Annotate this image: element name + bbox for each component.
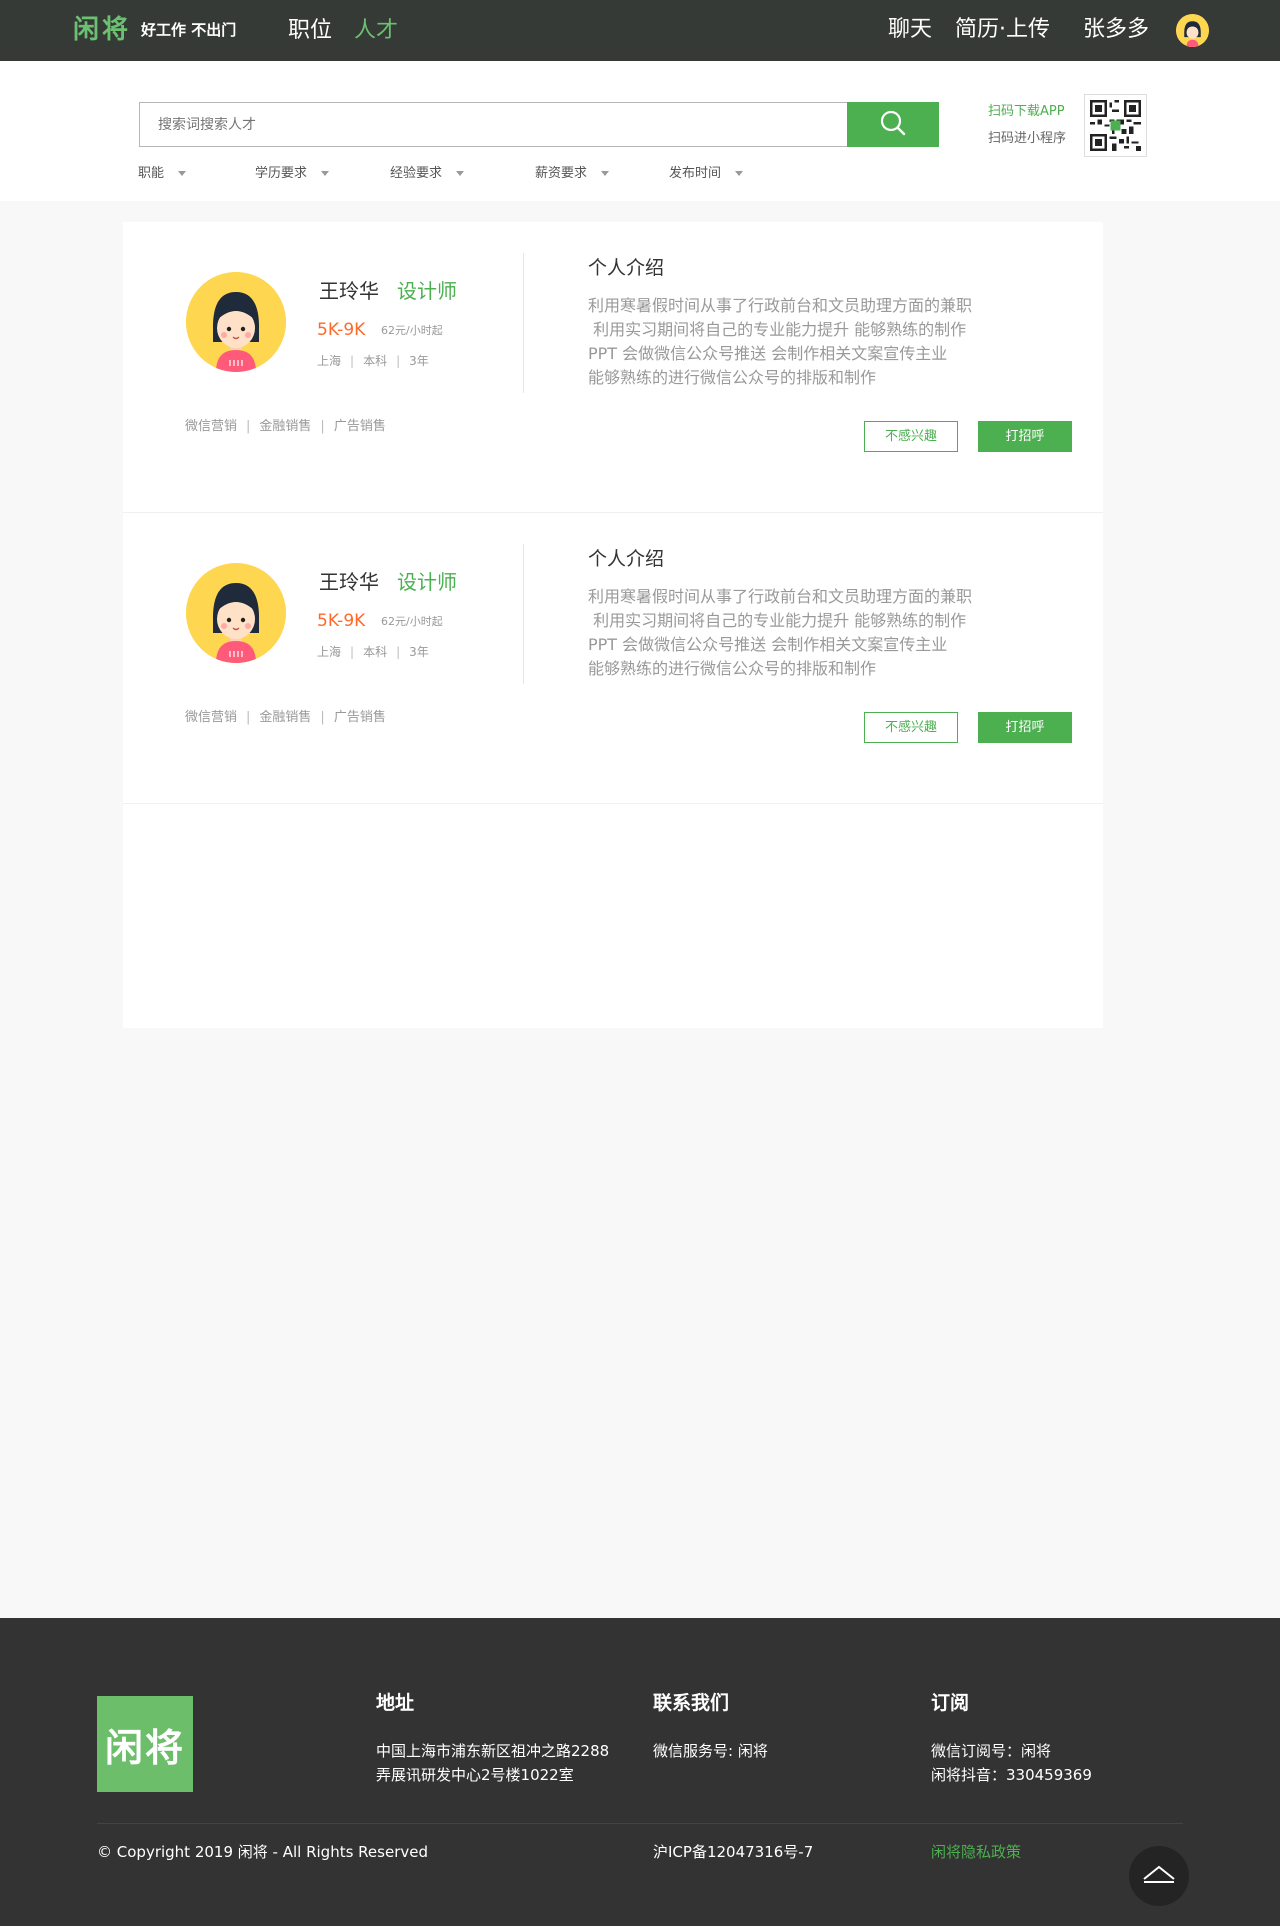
footer-contact-title: 联系我们: [653, 1692, 730, 1714]
top-nav-bar: 闲将 好工作 不出门 职位 人才 聊天 简历·上传 张多多: [0, 0, 1280, 61]
tag: 微信营销: [185, 419, 238, 434]
tag: 金融销售: [259, 710, 312, 725]
candidate-name[interactable]: 王玲华: [319, 569, 379, 595]
nav-resume-upload[interactable]: 简历·上传: [955, 16, 1050, 44]
search-box[interactable]: [139, 102, 849, 147]
candidate-list: 王玲华 设计师 5K-9K 62元/小时起 上海 | 本科 | 3年 个人介绍 利用寒暑…: [123, 222, 1103, 1028]
candidate-rate: 62元/小时起: [381, 615, 443, 628]
nav-jobs[interactable]: 职位: [288, 17, 332, 45]
greet-button[interactable]: 打招呼: [978, 421, 1072, 452]
footer-address-line: 弄展讯研发中心2号楼1022室: [376, 1766, 574, 1784]
tag: 广告销售: [333, 710, 386, 725]
candidate-meta: 上海 | 本科 | 3年: [317, 645, 429, 659]
footer: 闲将 地址 中国上海市浦东新区祖冲之路2288 弄展讯研发中心2号楼1022室 …: [0, 1618, 1280, 1926]
user-avatar-icon[interactable]: [1176, 14, 1209, 47]
intro-text: 利用寒暑假时间从事了行政前台和文员助理方面的兼职 利用实习期间将自己的专业能力提…: [588, 296, 973, 387]
caret-down-icon: [735, 171, 744, 176]
candidate-role: 设计师: [397, 279, 457, 303]
candidate-meta: 上海 | 本科 | 3年: [317, 354, 429, 368]
filter-education[interactable]: 学历要求: [255, 163, 330, 185]
intro-title: 个人介绍: [588, 548, 665, 570]
candidate-rate: 62元/小时起: [381, 324, 443, 337]
not-interested-button[interactable]: 不感兴趣: [864, 712, 958, 743]
candidate-education: 本科: [363, 645, 388, 659]
footer-privacy-link[interactable]: 闲将隐私政策: [931, 1842, 1021, 1862]
search-icon: [879, 109, 907, 141]
footer-icp[interactable]: 沪ICP备12047316号-7: [653, 1842, 813, 1862]
caret-down-icon: [601, 171, 610, 176]
user-name[interactable]: 张多多: [1083, 16, 1149, 44]
candidate-card[interactable]: 王玲华 设计师 5K-9K 62元/小时起 上海 | 本科 | 3年 个人介绍 利用寒暑…: [123, 222, 1103, 513]
candidate-avatar-icon: [186, 272, 286, 372]
candidate-experience: 3年: [409, 645, 429, 659]
site-logo[interactable]: 闲将: [73, 14, 131, 46]
search-button[interactable]: [847, 102, 939, 147]
candidate-card[interactable]: 王玲华 设计师 5K-9K 62元/小时起 上海 | 本科 | 3年 个人介绍 利用寒暑…: [123, 513, 1103, 804]
footer-logo: 闲将: [97, 1696, 193, 1792]
card-divider: [523, 253, 524, 393]
candidate-tags: 微信营销 | 金融销售 | 广告销售: [185, 419, 386, 434]
footer-contact-line: 微信服务号: 闲将: [653, 1742, 768, 1760]
candidate-tags: 微信营销 | 金融销售 | 广告销售: [185, 710, 386, 725]
footer-copyright: © Copyright 2019 闲将 - All Rights Reserve…: [97, 1843, 428, 1861]
search-area: 扫码下载APP 扫码进小程序 职能 学历要求 经验要求 薪资要求 发布时间: [0, 61, 1280, 201]
filter-experience[interactable]: 经验要求: [390, 163, 465, 185]
card-divider: [523, 544, 524, 684]
caret-down-icon: [178, 171, 187, 176]
site-slogan: 好工作 不出门: [141, 21, 237, 39]
tag: 微信营销: [185, 710, 238, 725]
candidate-education: 本科: [363, 354, 388, 368]
candidate-salary: 5K-9K: [317, 611, 366, 631]
tag: 广告销售: [333, 419, 386, 434]
candidate-name[interactable]: 王玲华: [319, 278, 379, 304]
candidate-avatar-icon: [186, 563, 286, 663]
footer-subscribe-line: 微信订阅号：闲将: [931, 1742, 1052, 1760]
candidate-city: 上海: [317, 354, 342, 368]
back-to-top-icon: [1142, 1864, 1176, 1888]
filter-publish-time[interactable]: 发布时间: [669, 163, 744, 185]
qr-download-app-label[interactable]: 扫码下载APP: [988, 103, 1065, 121]
back-to-top-button[interactable]: [1129, 1846, 1189, 1906]
greet-button[interactable]: 打招呼: [978, 712, 1072, 743]
intro-title: 个人介绍: [588, 257, 665, 279]
qr-code-icon: [1084, 94, 1147, 157]
footer-divider: [97, 1823, 1183, 1824]
filter-salary[interactable]: 薪资要求: [535, 163, 610, 185]
caret-down-icon: [456, 171, 465, 176]
search-input[interactable]: [140, 103, 848, 146]
nav-chat[interactable]: 聊天: [888, 16, 932, 44]
footer-address-title: 地址: [376, 1692, 415, 1714]
candidate-salary: 5K-9K: [317, 320, 366, 340]
qr-miniprogram-label: 扫码进小程序: [988, 131, 1067, 146]
footer-subscribe-line: 闲将抖音：330459369: [931, 1766, 1092, 1784]
footer-address-line: 中国上海市浦东新区祖冲之路2288: [376, 1742, 610, 1760]
tag: 金融销售: [259, 419, 312, 434]
footer-subscribe-title: 订阅: [931, 1692, 970, 1714]
nav-talent[interactable]: 人才: [354, 17, 398, 45]
filter-function[interactable]: 职能: [138, 163, 187, 185]
candidate-role: 设计师: [397, 570, 457, 594]
intro-text: 利用寒暑假时间从事了行政前台和文员助理方面的兼职 利用实习期间将自己的专业能力提…: [588, 587, 973, 678]
not-interested-button[interactable]: 不感兴趣: [864, 421, 958, 452]
candidate-city: 上海: [317, 645, 342, 659]
caret-down-icon: [321, 171, 330, 176]
candidate-experience: 3年: [409, 354, 429, 368]
